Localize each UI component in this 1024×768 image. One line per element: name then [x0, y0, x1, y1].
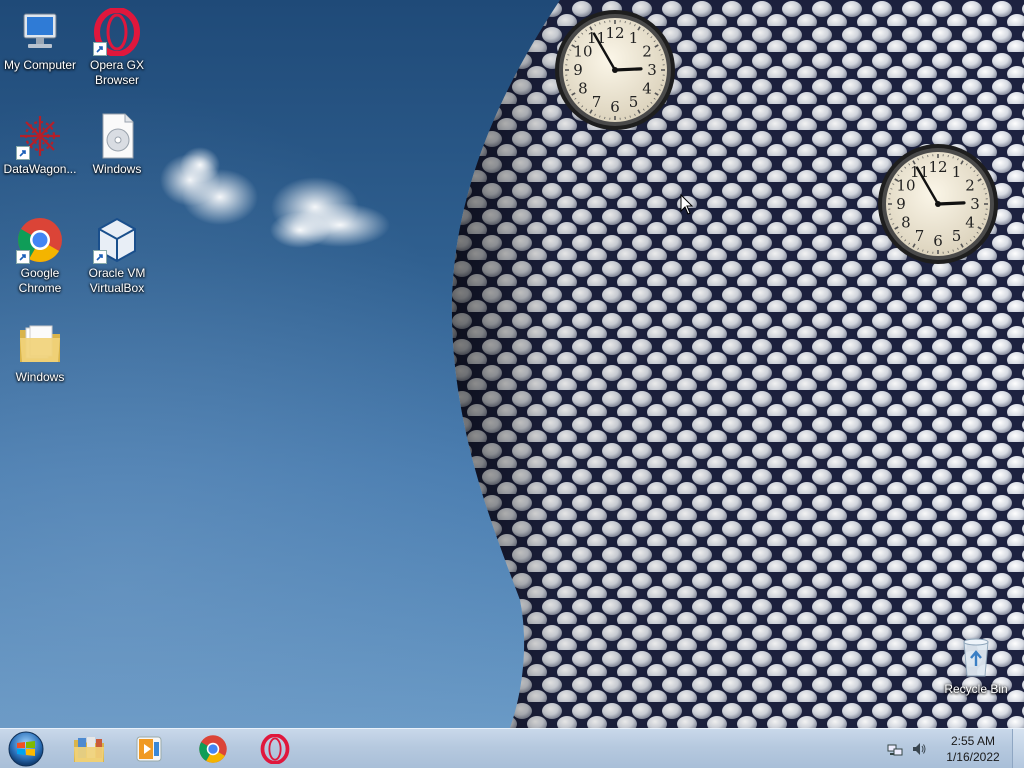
opera-icon: [260, 734, 290, 764]
taskbar-chrome[interactable]: [186, 731, 240, 767]
opera-gx-icon: [93, 7, 141, 57]
desktop-icon-datawagon[interactable]: DataWagon...: [0, 112, 80, 177]
taskbar: 2:55 AM 1/16/2022: [0, 728, 1024, 768]
clock-numeral: 12: [605, 24, 624, 42]
desktop-icon-google-chrome[interactable]: Google Chrome: [0, 216, 80, 296]
clock-hour-hand: [936, 201, 966, 206]
desktop-icon-opera-gx[interactable]: Opera GX Browser: [77, 7, 157, 88]
clock-gadget[interactable]: 121234567891011: [875, 141, 1001, 267]
shortcut-arrow-icon: [93, 250, 107, 264]
taskbar-explorer[interactable]: [62, 731, 116, 767]
clock-center-cap: [612, 67, 618, 73]
folder-icon: [16, 320, 64, 368]
datawagon-icon: [16, 112, 64, 160]
building-facade: [451, 0, 1024, 728]
clock-numeral: 3: [647, 61, 657, 79]
clock-hour-hand: [613, 67, 643, 72]
system-tray: [886, 729, 934, 768]
shortcut-arrow-icon: [16, 250, 30, 264]
clock-gadget[interactable]: 121234567891011: [552, 7, 678, 133]
icon-label: Windows: [15, 370, 65, 384]
clock-numeral: 6: [933, 232, 943, 250]
clock-numeral: 5: [952, 227, 962, 245]
show-desktop-button[interactable]: [1012, 729, 1024, 768]
desktop-icon-my-computer[interactable]: My Computer: [0, 8, 80, 73]
icon-label: Opera GX Browser: [89, 58, 145, 87]
desktop-wallpaper: My Computer Opera GX Browser DataWagon..…: [0, 0, 1024, 728]
clock-numeral: 4: [642, 80, 652, 98]
recycle-bin-icon: [952, 632, 1000, 680]
clock-numeral: 6: [610, 98, 620, 116]
icon-label: Oracle VM VirtualBox: [88, 266, 146, 295]
start-orb-icon: [8, 731, 44, 767]
clock-numeral: 9: [573, 61, 583, 79]
taskbar-media-player[interactable]: [122, 731, 176, 767]
clock-numeral: 2: [642, 43, 652, 61]
folder-library-icon: [74, 737, 104, 762]
clock-numeral: 2: [965, 177, 975, 195]
clock-numeral: 3: [970, 195, 980, 213]
clock-numeral: 12: [928, 158, 947, 176]
chrome-icon: [199, 735, 227, 763]
shortcut-arrow-icon: [16, 146, 30, 160]
icon-label: Recycle Bin: [944, 682, 1008, 696]
clock-center-cap: [935, 201, 941, 207]
network-icon[interactable]: [886, 740, 904, 758]
tray-time: 2:55 AM: [950, 734, 996, 748]
icon-label: DataWagon...: [3, 162, 77, 176]
clock-numeral: 5: [629, 93, 639, 111]
icon-label: My Computer: [3, 58, 77, 72]
virtualbox-icon: [93, 216, 141, 264]
clock-numeral: 7: [915, 227, 925, 245]
clock-numeral: 9: [896, 195, 906, 213]
taskbar-opera[interactable]: [248, 731, 302, 767]
clock-numeral: 1: [952, 163, 962, 181]
speaker-icon[interactable]: [910, 740, 928, 758]
clock-numeral: 8: [901, 214, 911, 232]
disc-image-file-icon: [93, 112, 141, 160]
media-player-icon: [136, 736, 162, 762]
clock-numeral: 1: [629, 29, 639, 47]
desktop-icon-windows-iso[interactable]: Windows: [77, 112, 157, 177]
icon-label: Google Chrome: [18, 266, 62, 295]
desktop-icon-recycle-bin[interactable]: Recycle Bin: [936, 632, 1016, 697]
tray-date: 1/16/2022: [946, 750, 1000, 764]
icon-label: Windows: [92, 162, 142, 176]
shortcut-arrow-icon: [93, 42, 107, 56]
clock-numeral: 4: [965, 214, 975, 232]
desktop-icon-windows-folder[interactable]: Windows: [0, 320, 80, 385]
clock-numeral: 8: [578, 80, 588, 98]
clock-numeral: 7: [592, 93, 602, 111]
chrome-icon: [16, 216, 64, 264]
mouse-cursor-icon: [680, 194, 694, 215]
computer-icon: [16, 8, 64, 56]
taskbar-clock[interactable]: 2:55 AM 1/16/2022: [935, 733, 1011, 765]
desktop-icon-virtualbox[interactable]: Oracle VM VirtualBox: [77, 216, 157, 296]
start-button[interactable]: [6, 730, 46, 768]
